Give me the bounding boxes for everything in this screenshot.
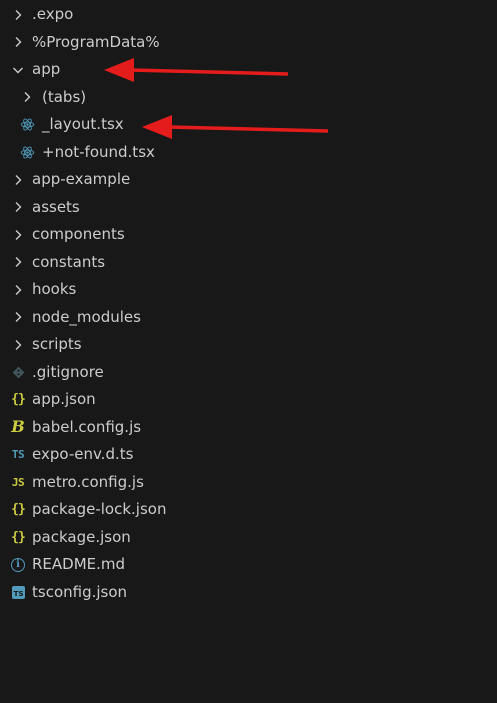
chevron-right-icon <box>9 1 27 29</box>
chevron-right-icon <box>9 304 27 332</box>
tree-item-label: +not-found.tsx <box>42 142 155 161</box>
tree-item-scripts-folder[interactable]: scripts <box>0 331 497 359</box>
tree-item-label: .expo <box>32 5 74 23</box>
chevron-right-icon <box>9 249 27 277</box>
tree-item-package-lock-file[interactable]: {} package-lock.json <box>0 496 497 524</box>
json-icon: {} <box>11 392 26 408</box>
tree-item-label: (tabs) <box>42 87 87 106</box>
tree-item-label: scripts <box>32 335 82 353</box>
tree-item-label: tsconfig.json <box>32 582 128 601</box>
tree-item-label: package-lock.json <box>32 500 167 518</box>
tree-item-layout-file[interactable]: _layout.tsx <box>0 111 497 139</box>
tree-item-label: babel.config.js <box>32 417 142 436</box>
chevron-down-icon <box>9 56 27 84</box>
json-icon: {} <box>11 502 26 518</box>
tree-item-components-folder[interactable]: components <box>0 221 497 249</box>
react-icon <box>18 139 36 167</box>
tree-item-app-folder[interactable]: app <box>0 56 497 84</box>
javascript-icon: JS <box>11 475 25 489</box>
tree-item-readme-file[interactable]: i README.md <box>0 551 497 579</box>
tree-item-app-example-folder[interactable]: app-example <box>0 166 497 194</box>
babel-icon: B <box>11 417 25 437</box>
file-explorer-tree: .expo %ProgramData% app (tabs) _layout.t… <box>0 1 497 606</box>
tree-item-label: constants <box>32 252 106 271</box>
chevron-right-icon <box>9 331 27 359</box>
json-icon: {} <box>11 529 26 545</box>
tree-item-label: metro.config.js <box>32 472 144 491</box>
tree-item-app-json-file[interactable]: {} app.json <box>0 386 497 414</box>
tree-item-tsconfig-file[interactable]: TS tsconfig.json <box>0 579 497 607</box>
git-icon <box>9 359 27 387</box>
tree-item-hooks-folder[interactable]: hooks <box>0 276 497 304</box>
tree-item-assets-folder[interactable]: assets <box>0 194 497 222</box>
tree-item-node-modules-folder[interactable]: node_modules <box>0 304 497 332</box>
tree-item-expo-env-file[interactable]: TS expo-env.d.ts <box>0 441 497 469</box>
tree-item-label: app <box>32 60 61 78</box>
tree-item-not-found-file[interactable]: +not-found.tsx <box>0 139 497 167</box>
tree-item-label: .gitignore <box>32 362 104 381</box>
tree-item-babel-config-file[interactable]: B babel.config.js <box>0 414 497 442</box>
tree-item-label: app-example <box>32 170 131 188</box>
tree-item-label: README.md <box>32 555 126 573</box>
tree-item-label: node_modules <box>32 307 141 326</box>
chevron-right-icon <box>9 194 27 222</box>
tree-item-package-json-file[interactable]: {} package.json <box>0 524 497 552</box>
tsconfig-icon: TS <box>9 579 27 607</box>
tree-item-gitignore-file[interactable]: .gitignore <box>0 359 497 387</box>
chevron-right-icon <box>9 29 27 57</box>
tree-item-programdata-folder[interactable]: %ProgramData% <box>0 29 497 57</box>
tree-item-label: hooks <box>32 280 77 298</box>
tree-item-constants-folder[interactable]: constants <box>0 249 497 277</box>
chevron-right-icon <box>9 221 27 249</box>
tree-item-label: assets <box>32 197 80 216</box>
tree-item-label: _layout.tsx <box>42 115 124 133</box>
tree-item-label: %ProgramData% <box>32 32 160 51</box>
chevron-right-icon <box>9 166 27 194</box>
tree-item-label: components <box>32 225 125 243</box>
tree-item-label: expo-env.d.ts <box>32 445 134 463</box>
tree-item-label: app.json <box>32 390 96 408</box>
info-icon: i <box>9 551 27 579</box>
chevron-right-icon <box>9 276 27 304</box>
typescript-icon: TS <box>11 448 25 462</box>
chevron-right-icon <box>18 84 36 112</box>
tree-item-label: package.json <box>32 527 131 546</box>
tree-item-metro-config-file[interactable]: JS metro.config.js <box>0 469 497 497</box>
react-icon <box>18 111 36 139</box>
tree-item-tabs-folder[interactable]: (tabs) <box>0 84 497 112</box>
tree-item-expo-folder[interactable]: .expo <box>0 1 497 29</box>
